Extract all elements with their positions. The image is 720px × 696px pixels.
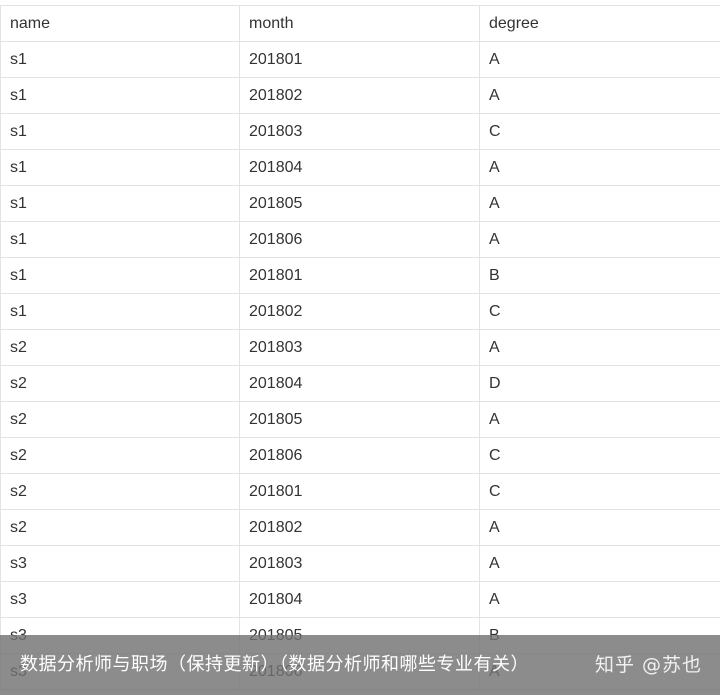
column-header-name: name	[1, 6, 240, 42]
table-row: s3201803A	[1, 546, 720, 582]
cell-name: s2	[1, 366, 240, 402]
cell-month: 201804	[240, 150, 480, 186]
cell-name: s3	[1, 582, 240, 618]
table-row: s3201804A	[1, 582, 720, 618]
cell-name: s1	[1, 42, 240, 78]
cell-degree: A	[480, 546, 720, 582]
column-header-degree: degree	[480, 6, 720, 42]
data-table: name month degree s1201801As1201802As120…	[0, 6, 720, 690]
cell-month: 201806	[240, 222, 480, 258]
cell-month: 201802	[240, 294, 480, 330]
cell-month: 201803	[240, 114, 480, 150]
cell-name: s1	[1, 150, 240, 186]
table-row: s1201801B	[1, 258, 720, 294]
cell-month: 201804	[240, 366, 480, 402]
table-row: s1201805A	[1, 186, 720, 222]
cell-name: s3	[1, 546, 240, 582]
cell-degree: A	[480, 582, 720, 618]
cell-degree: A	[480, 186, 720, 222]
table-row: s2201801C	[1, 474, 720, 510]
table-row: s1201803C	[1, 114, 720, 150]
table-row: s1201802A	[1, 78, 720, 114]
caption-title: 数据分析师与职场（保持更新）（数据分析师和哪些专业有关）	[20, 654, 529, 676]
watermark: 知乎 @苏也	[595, 653, 702, 677]
cell-name: s1	[1, 78, 240, 114]
cell-degree: A	[480, 78, 720, 114]
cell-degree: B	[480, 258, 720, 294]
table-row: s2201803A	[1, 330, 720, 366]
data-table-container: name month degree s1201801As1201802As120…	[0, 5, 720, 696]
cell-degree: A	[480, 150, 720, 186]
cell-degree: A	[480, 510, 720, 546]
table-body: s1201801As1201802As1201803Cs1201804As120…	[1, 42, 720, 690]
cell-degree: A	[480, 402, 720, 438]
table-header: name month degree	[1, 6, 720, 42]
cell-month: 201803	[240, 330, 480, 366]
table-row: s1201804A	[1, 150, 720, 186]
cell-name: s1	[1, 114, 240, 150]
cell-month: 201804	[240, 582, 480, 618]
cell-degree: C	[480, 114, 720, 150]
cell-name: s2	[1, 474, 240, 510]
table-row: s2201804D	[1, 366, 720, 402]
cell-month: 201803	[240, 546, 480, 582]
cell-name: s2	[1, 330, 240, 366]
cell-name: s2	[1, 402, 240, 438]
cell-degree: C	[480, 474, 720, 510]
cell-month: 201801	[240, 474, 480, 510]
cell-month: 201806	[240, 438, 480, 474]
table-row: s2201802A	[1, 510, 720, 546]
table-row: s2201806C	[1, 438, 720, 474]
cell-name: s1	[1, 186, 240, 222]
cell-name: s1	[1, 294, 240, 330]
header-row: name month degree	[1, 6, 720, 42]
cell-month: 201802	[240, 78, 480, 114]
cell-month: 201805	[240, 402, 480, 438]
cell-degree: A	[480, 330, 720, 366]
cell-degree: A	[480, 42, 720, 78]
column-header-month: month	[240, 6, 480, 42]
table-row: s1201801A	[1, 42, 720, 78]
cell-month: 201802	[240, 510, 480, 546]
cell-name: s1	[1, 258, 240, 294]
caption-overlay: 数据分析师与职场（保持更新）（数据分析师和哪些专业有关） 知乎 @苏也	[0, 635, 720, 695]
cell-degree: A	[480, 222, 720, 258]
table-row: s1201802C	[1, 294, 720, 330]
table-row: s2201805A	[1, 402, 720, 438]
cell-name: s2	[1, 438, 240, 474]
cell-month: 201801	[240, 42, 480, 78]
cell-name: s2	[1, 510, 240, 546]
cell-degree: C	[480, 438, 720, 474]
cell-degree: C	[480, 294, 720, 330]
cell-degree: D	[480, 366, 720, 402]
cell-month: 201805	[240, 186, 480, 222]
cell-name: s1	[1, 222, 240, 258]
table-row: s1201806A	[1, 222, 720, 258]
cell-month: 201801	[240, 258, 480, 294]
